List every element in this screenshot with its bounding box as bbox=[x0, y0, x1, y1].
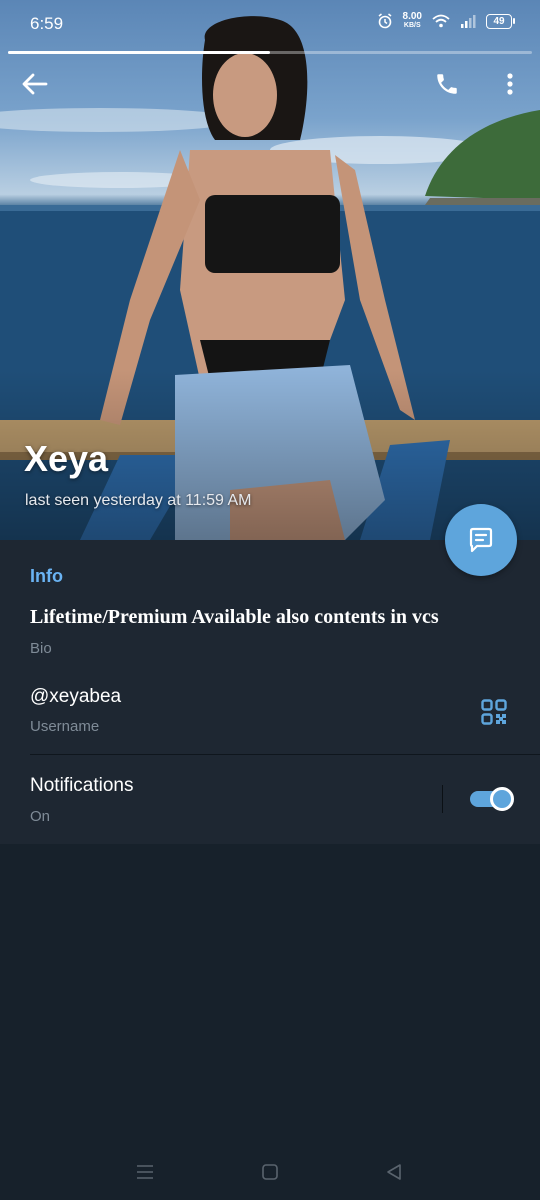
status-icons: 8.00 KB/S 49 bbox=[377, 12, 515, 30]
battery-icon: 49 bbox=[486, 13, 515, 29]
last-seen-status: last seen yesterday at 11:59 AM bbox=[25, 492, 252, 509]
home-button[interactable] bbox=[256, 1160, 284, 1184]
bio-text[interactable]: Lifetime/Premium Available also contents… bbox=[30, 606, 439, 629]
network-speed-unit: KB/S bbox=[403, 22, 421, 29]
qr-code-button[interactable] bbox=[478, 696, 510, 728]
back-button[interactable] bbox=[15, 64, 55, 104]
recent-apps-button[interactable] bbox=[131, 1160, 159, 1184]
username-text: @xeyabea bbox=[30, 686, 122, 707]
home-square-icon bbox=[262, 1164, 278, 1180]
toggle-knob bbox=[490, 787, 514, 811]
status-bar: 6:59 8.00 KB/S 49 bbox=[0, 0, 540, 48]
call-button[interactable] bbox=[427, 64, 467, 104]
notifications-row[interactable]: Notifications On bbox=[0, 755, 540, 844]
vertical-separator bbox=[442, 785, 443, 813]
qr-code-icon bbox=[481, 699, 507, 725]
arrow-left-icon bbox=[22, 73, 48, 95]
more-vertical-icon bbox=[507, 73, 513, 95]
phone-icon bbox=[437, 74, 457, 94]
send-message-button[interactable] bbox=[445, 504, 517, 576]
info-heading: Info bbox=[30, 566, 63, 586]
bio-caption: Bio bbox=[30, 640, 52, 657]
username-row[interactable]: @xeyabea Username bbox=[0, 674, 540, 754]
alarm-icon bbox=[378, 13, 391, 29]
notifications-toggle[interactable] bbox=[470, 787, 514, 811]
status-time: 6:59 bbox=[30, 14, 64, 33]
notifications-label: Notifications bbox=[30, 775, 134, 796]
menu-lines-icon bbox=[137, 1165, 153, 1179]
username-caption: Username bbox=[30, 718, 100, 735]
network-speed-value: 8.00 bbox=[402, 11, 422, 22]
network-speed: 8.00 KB/S bbox=[403, 12, 422, 30]
wifi-icon bbox=[432, 14, 450, 28]
back-triangle-icon bbox=[387, 1164, 401, 1180]
notifications-state: On bbox=[30, 808, 51, 825]
more-options-button[interactable] bbox=[490, 64, 530, 104]
signal-icon bbox=[461, 15, 476, 28]
nav-back-button[interactable] bbox=[380, 1160, 408, 1184]
profile-name: Xeya bbox=[24, 438, 109, 479]
system-nav-bar bbox=[0, 1140, 540, 1200]
photo-progress-bar bbox=[8, 51, 532, 54]
photo-progress-fill bbox=[8, 51, 270, 54]
battery-level: 49 bbox=[493, 15, 505, 27]
info-card: Info Lifetime/Premium Available also con… bbox=[0, 540, 540, 844]
message-icon bbox=[469, 527, 493, 553]
